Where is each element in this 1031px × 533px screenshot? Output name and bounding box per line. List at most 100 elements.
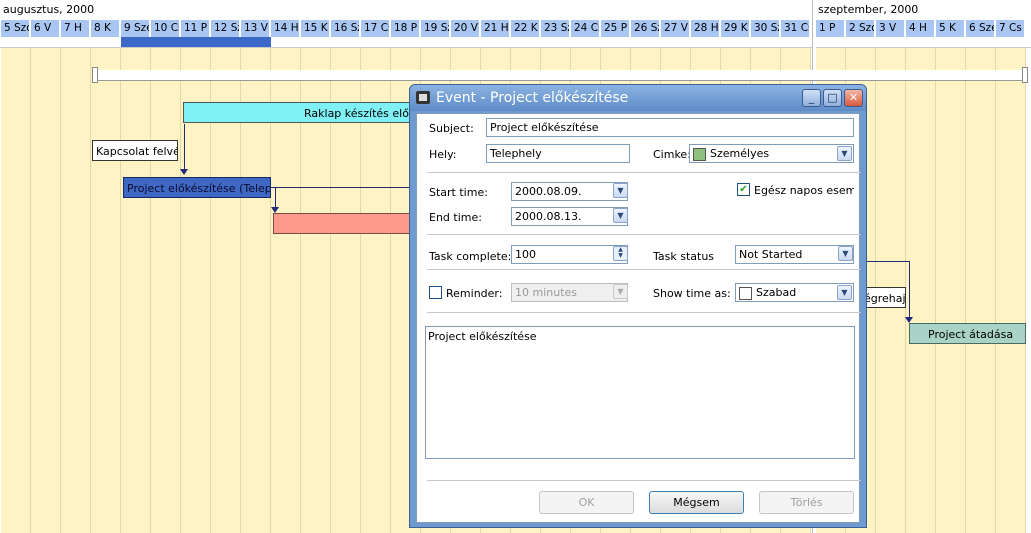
day-header-cell[interactable]: 5 Szo [1,20,30,37]
day-header-cell[interactable]: 7 Cs [996,20,1025,37]
start-time-label: Start time: [429,186,488,199]
location-input[interactable]: Telephely [486,144,630,163]
dependency-arrow [905,317,913,323]
dependency-link [275,188,276,208]
label-label: Cimke: [653,148,691,161]
separator [427,312,861,313]
day-header-cell[interactable]: 29 K [721,20,750,37]
dependency-link [909,261,910,317]
day-header-cell[interactable]: 25 P [601,20,630,37]
day-header-cell[interactable]: 23 Sz [541,20,570,37]
task-next[interactable] [273,213,413,234]
show-time-swatch [739,286,752,300]
show-time-value: Szabad [756,286,797,299]
day-header-cell[interactable]: 24 Cs [571,20,600,37]
description-memo[interactable]: Project előkészítése [425,326,855,459]
dialog-content: Subject: Project előkészítése Hely: Tele… [416,113,861,523]
day-header-cell[interactable]: 12 Sz [211,20,240,37]
subject-label: Subject: [429,122,474,135]
show-time-label: Show time as: [653,287,731,300]
minimize-button[interactable]: _ [802,89,821,107]
dependency-arrow [271,207,279,213]
day-column [61,48,91,533]
chevron-down-icon[interactable]: ▼ [837,285,852,300]
day-header-cell[interactable]: 2 Szo [846,20,875,37]
chevron-down-icon: ▼ [613,284,628,299]
day-header-cell[interactable]: 30 Sz [751,20,780,37]
start-time-input[interactable]: 2000.08.09. [511,182,628,201]
dialog-titlebar[interactable]: Event - Project előkészítése _ □ ✕ [410,85,866,111]
day-header-cell[interactable]: 6 Sze [966,20,995,37]
task-complete-input[interactable]: 100 [511,245,628,264]
chevron-down-icon[interactable]: ▼ [837,146,852,161]
spinner-icon[interactable]: ▲ ▼ [613,246,628,261]
day-header-cell[interactable]: 13 V [241,20,270,37]
day-header-cell[interactable]: 6 V [31,20,60,37]
day-header-cell[interactable]: 14 H [271,20,300,37]
dependency-link [184,124,185,172]
day-column [91,48,121,533]
day-column [121,48,151,533]
summary-task-bar[interactable] [92,67,1028,83]
dialog-title: Event - Project előkészítése [436,90,629,106]
day-header-cell[interactable]: 19 Sz [421,20,450,37]
day-header-cell[interactable]: 9 Sze [121,20,150,37]
ok-button[interactable]: OK [539,491,634,514]
task-raklap[interactable]: Raklap készítés előké [183,102,413,123]
reminder-label: Reminder: [446,287,503,300]
subject-input[interactable]: Project előkészítése [486,118,854,137]
day-column [151,48,181,533]
day-header-cell[interactable]: 22 K [511,20,540,37]
reminder-checkbox[interactable] [429,286,442,299]
day-header-cell[interactable]: 10 Cs [151,20,180,37]
chevron-down-icon[interactable]: ▼ [613,183,628,198]
label-color-swatch [693,147,706,161]
cancel-button[interactable]: Mégsem [649,491,744,514]
chevron-down-icon[interactable]: ▼ [613,208,628,223]
close-button[interactable]: ✕ [844,89,863,107]
day-column [1,48,31,533]
day-header-cell[interactable]: 26 Sz [631,20,660,37]
task-project-elokeszites[interactable]: Project előkészítése (Telephe [123,177,271,198]
end-time-input[interactable]: 2000.08.13. [511,207,628,226]
day-column [996,48,1026,533]
delete-button[interactable]: Törlés [759,491,854,514]
day-header-cell[interactable]: 20 V [451,20,480,37]
task-atadas[interactable]: Project átadása [909,323,1026,344]
location-label: Hely: [429,148,457,161]
all-day-checkbox[interactable]: ✔ [737,183,750,196]
reminder-select[interactable]: 10 minutes [511,283,628,302]
show-time-select[interactable]: Szabad ▼ [735,283,854,302]
day-header-cell[interactable]: 1 P [816,20,845,37]
day-header-cell[interactable]: 18 P [391,20,420,37]
day-column [966,48,996,533]
day-header-cell[interactable]: 4 H [906,20,935,37]
day-header-cell[interactable]: 8 K [91,20,120,37]
day-column [906,48,936,533]
day-header-cell[interactable]: 11 P [181,20,210,37]
task-kapcsolat[interactable]: Kapcsolat felvétel [92,140,178,161]
task-complete-label: Task complete: [429,250,512,263]
day-header-cell[interactable]: 28 H [691,20,720,37]
separator [427,269,861,270]
separator [427,480,861,481]
maximize-button[interactable]: □ [823,89,842,107]
separator [427,172,861,173]
task-status-label: Task status [653,250,715,263]
task-status-select[interactable]: Not Started [735,245,854,264]
day-header-cell[interactable]: 3 V [876,20,905,37]
dependency-arrow [180,169,188,175]
dependency-link [271,187,411,188]
month-august: augusztus, 2000 [0,0,813,20]
day-header-cell[interactable]: 5 K [936,20,965,37]
event-dialog: Event - Project előkészítése _ □ ✕ Subje… [409,84,867,528]
chevron-down-icon[interactable]: ▼ [838,246,853,261]
day-header-cell[interactable]: 21 H [481,20,510,37]
day-header-cell[interactable]: 7 H [61,20,90,37]
day-header-cell[interactable]: 31 Cs [781,20,810,37]
label-select[interactable]: Személyes ▼ [689,144,854,163]
day-header-cell[interactable]: 27 V [661,20,690,37]
day-header-cell[interactable]: 16 Sz [331,20,360,37]
day-header-cell[interactable]: 17 Cs [361,20,390,37]
day-header-cell[interactable]: 15 K [301,20,330,37]
